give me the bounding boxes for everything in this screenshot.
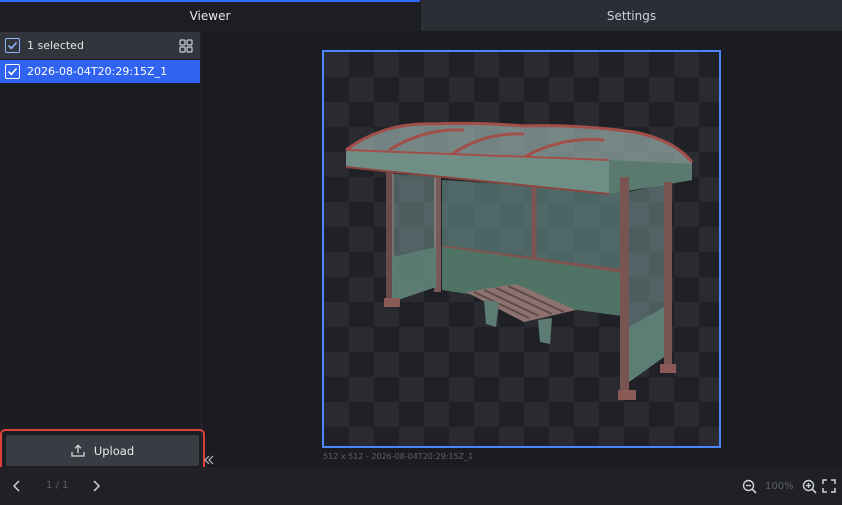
grid-view-icon[interactable]	[179, 39, 193, 53]
bus-shelter-render	[345, 121, 694, 400]
tab-settings[interactable]: Settings	[421, 0, 842, 31]
zoom-in-icon[interactable]	[802, 479, 817, 494]
check-icon	[7, 41, 18, 50]
page-indicator: 1 / 1	[46, 480, 69, 491]
upload-icon	[71, 444, 85, 457]
zoom-level: 100%	[765, 481, 794, 492]
selected-count: 1 selected	[27, 39, 84, 52]
select-all-checkbox[interactable]	[5, 38, 20, 53]
file-name: 2026-08-04T20:29:15Z_1	[27, 65, 168, 78]
image-caption: 512 x 512 - 2026-08-04T20:29:15Z_1	[323, 452, 474, 461]
upload-button[interactable]: Upload	[6, 435, 199, 466]
check-icon	[7, 67, 18, 76]
selection-header: 1 selected	[0, 32, 200, 59]
image-preview[interactable]	[322, 50, 721, 448]
chevron-right-icon[interactable]	[89, 479, 103, 493]
zoom-out-icon[interactable]	[742, 479, 757, 494]
collapse-left-icon[interactable]	[203, 454, 215, 466]
tab-viewer[interactable]: Viewer	[0, 0, 420, 31]
tab-bar: Viewer Settings	[0, 0, 842, 31]
file-list-item[interactable]: 2026-08-04T20:29:15Z_1	[0, 60, 200, 83]
fullscreen-icon[interactable]	[822, 479, 836, 493]
upload-label: Upload	[93, 443, 135, 458]
upload-highlight: Upload	[0, 429, 205, 472]
file-sidebar: 1 selected 2026-08-04T20:29:15Z_1 Upload	[0, 31, 205, 472]
file-checkbox[interactable]	[5, 64, 20, 79]
chevron-left-icon[interactable]	[10, 479, 24, 493]
footer-bar: 1 / 1 100%	[0, 467, 842, 505]
